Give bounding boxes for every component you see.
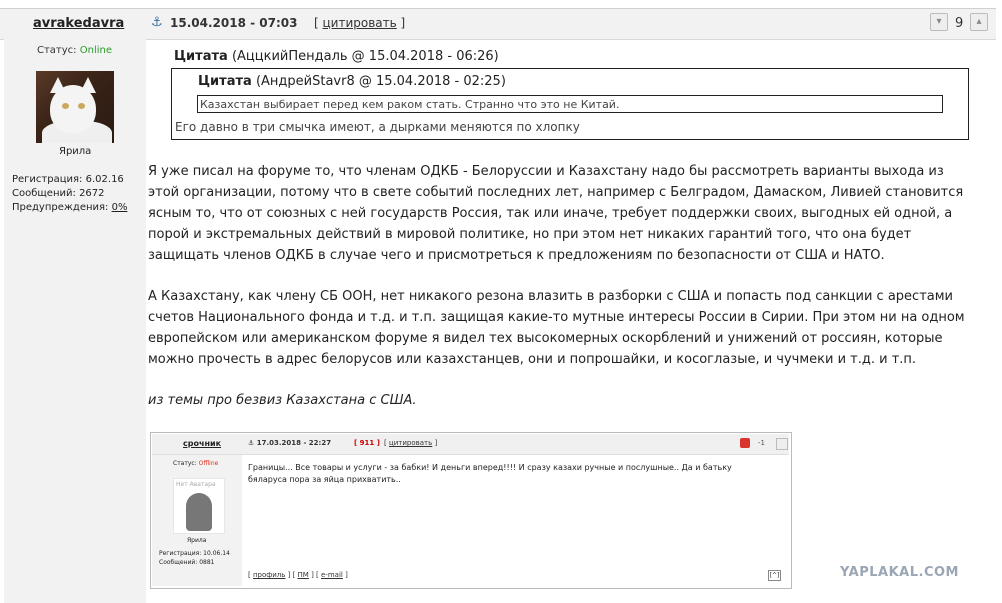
outer-quote-title: Цитата (АццкийПендаль @ 15.04.2018 - 06:… — [174, 49, 499, 64]
reg-line: Регистрация: 6.02.16 — [12, 173, 127, 187]
anchor-icon[interactable]: ⚓ — [151, 15, 163, 30]
embedded-scroll-up-icon: [^] — [768, 570, 781, 581]
post-body: Я уже писал на форуме то, что членам ОДК… — [148, 161, 978, 431]
warn-label: Предупреждения: — [12, 202, 109, 213]
embedded-msgs: Сообщений: 0881 — [159, 559, 215, 566]
embedded-no-avatar-text: Нет Аватара — [176, 481, 216, 488]
rating-count: 9 — [955, 16, 964, 31]
embedded-thumbs-down-icon — [740, 438, 750, 448]
thumbs-down-icon[interactable]: ▾ — [930, 13, 948, 31]
forum-post: avrakedavra ⚓ 15.04.2018 - 07:03 [ цитир… — [0, 0, 1002, 603]
embedded-screenshot: срочник ⚓ 17.03.2018 - 22:27 [ 911 ] [ ц… — [150, 432, 792, 589]
cat-eye-left — [62, 103, 69, 109]
inner-quote-label: Цитата — [198, 74, 252, 89]
embedded-status: Статус: Offline — [173, 460, 218, 467]
embedded-quote: [ цитировать ] — [384, 439, 438, 447]
post-date: 15.04.2018 - 07:03 — [170, 16, 298, 30]
cat-eye-right — [78, 103, 85, 109]
embedded-post-number-text: 911 — [359, 439, 375, 447]
status-label: Статус: — [37, 45, 77, 56]
embedded-profile-link: профиль — [252, 571, 286, 579]
embedded-post-number: [ 911 ] — [354, 439, 380, 447]
embedded-thumbs-up-icon — [776, 438, 788, 450]
inner-quote-title: Цитата (АндрейStavr8 @ 15.04.2018 - 02:2… — [198, 74, 506, 89]
inner-quote-meta: (АндрейStavr8 @ 15.04.2018 - 02:25) — [255, 74, 506, 89]
cat-head-shape — [50, 85, 96, 133]
embedded-post-text: Границы... Все товары и услуги - за бабк… — [248, 463, 732, 484]
embedded-header: срочник ⚓ 17.03.2018 - 22:27 [ 911 ] [ ц… — [152, 434, 789, 455]
quote-button-label[interactable]: цитировать — [323, 16, 397, 30]
quote-button[interactable]: [ цитировать ] — [314, 16, 405, 30]
embedded-status-value: Offline — [198, 460, 219, 467]
embedded-date-text: 17.03.2018 - 22:27 — [256, 439, 332, 447]
embedded-footer: [ профиль ] [ ПМ ] [ e-mail ] — [248, 571, 348, 579]
author-stats: Регистрация: 6.02.16 Сообщений: 2672 Пре… — [12, 173, 127, 215]
thumbs-up-icon[interactable]: ▴ — [970, 13, 988, 31]
author-profile-panel: Статус: Online Ярила Регистрация: 6.02.1… — [4, 39, 146, 603]
embedded-rating: -1 — [758, 439, 765, 447]
embedded-status-label: Статус: — [173, 460, 197, 467]
embedded-avatar-silhouette — [186, 493, 212, 531]
body-paragraph-2: А Казахстану, как члену СБ ООН, нет ника… — [148, 289, 965, 367]
embedded-reg: Регистрация: 10.06.14 — [159, 550, 230, 557]
embedded-avatar-caption: Ярила — [187, 537, 207, 544]
status-line: Статус: Online — [37, 45, 112, 56]
warn-value-link[interactable]: 0% — [112, 202, 128, 213]
reg-value: 6.02.16 — [85, 174, 124, 185]
body-paragraph-3: из темы про безвиз Казахстана с США. — [148, 393, 417, 408]
avatar — [36, 71, 114, 143]
outer-quote-label: Цитата — [174, 49, 228, 64]
inner-quote-text: Казахстан выбирает перед кем раком стать… — [197, 95, 943, 113]
author-name-link[interactable]: avrakedavra — [33, 16, 124, 31]
embedded-email-link: e-mail — [321, 571, 343, 579]
embedded-stats: Регистрация: 10.06.14 Сообщений: 0881 — [159, 549, 230, 567]
outer-quote-box: Цитата (АндрейStavr8 @ 15.04.2018 - 02:2… — [171, 68, 969, 140]
embedded-author: срочник — [183, 439, 222, 448]
post-content: Цитата (АццкийПендаль @ 15.04.2018 - 06:… — [148, 39, 996, 603]
body-paragraph-1: Я уже писал на форуме то, что членам ОДК… — [148, 164, 964, 263]
outer-quote-text: Его давно в три смычка имеют, а дырками … — [175, 120, 580, 134]
outer-quote-meta: (АццкийПендаль @ 15.04.2018 - 06:26) — [231, 49, 499, 64]
reg-label: Регистрация: — [12, 174, 83, 185]
embedded-avatar: Нет Аватара — [173, 478, 225, 534]
status-value: Online — [79, 45, 112, 56]
msgs-value: 2672 — [79, 188, 105, 199]
embedded-date: ⚓ 17.03.2018 - 22:27 — [248, 439, 332, 447]
avatar-caption: Ярила — [59, 146, 92, 157]
embedded-pm-link: ПМ — [297, 571, 309, 579]
msgs-label: Сообщений: — [12, 188, 76, 199]
warn-line: Предупреждения: 0% — [12, 201, 127, 215]
post-header: avrakedavra ⚓ 15.04.2018 - 07:03 [ цитир… — [0, 8, 996, 40]
site-watermark: YAPLAKAL.COM — [840, 565, 959, 580]
embedded-quote-label: цитировать — [388, 439, 433, 447]
msgs-line: Сообщений: 2672 — [12, 187, 127, 201]
